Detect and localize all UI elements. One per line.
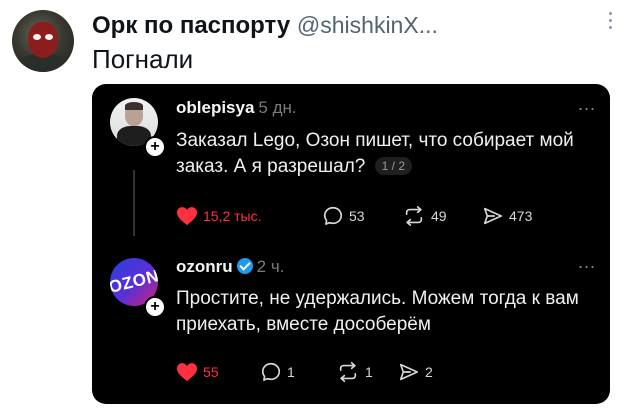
more-horizontal-icon[interactable]: ...: [578, 94, 596, 115]
more-horizontal-icon[interactable]: ...: [578, 252, 596, 273]
outer-avatar[interactable]: [12, 10, 74, 72]
comment-count: 53: [349, 208, 365, 224]
repost-count: 49: [431, 208, 447, 224]
ozon-logo: OZON: [110, 266, 158, 297]
avatar-mask: [28, 22, 58, 58]
like-button[interactable]: 15,2 тыс.: [176, 204, 262, 228]
comment-icon: [323, 206, 343, 225]
verified-badge-icon: [236, 258, 253, 274]
post-username[interactable]: ozonru: [176, 257, 233, 276]
send-icon: [399, 363, 419, 381]
repost-button[interactable]: 49: [402, 204, 447, 228]
share-count: 473: [509, 208, 533, 224]
embedded-thread-card: + oblepisya 5 дн. ... Заказал Lego, Озон …: [92, 84, 610, 404]
comment-icon: [261, 362, 281, 381]
repost-icon: [405, 206, 423, 226]
post-text: Простите, не удержались. Можем тогда к в…: [176, 288, 579, 335]
thread-pager: 1 / 2: [374, 157, 413, 175]
avatar-eye-left: [33, 34, 41, 40]
comment-button[interactable]: 1: [260, 360, 295, 384]
follow-plus-icon[interactable]: +: [144, 136, 166, 158]
outer-header: Орк по паспорту @shishkinX...: [92, 12, 438, 40]
repost-icon: [339, 362, 357, 382]
share-count: 2: [425, 364, 433, 380]
like-count: 15,2 тыс.: [203, 208, 262, 224]
share-button[interactable]: 473: [482, 204, 532, 228]
post-header: ozonru 2 ч.: [176, 257, 284, 277]
repost-button[interactable]: 1: [336, 360, 373, 384]
like-count: 55: [203, 364, 219, 380]
outer-display-name[interactable]: Орк по паспорту: [92, 12, 290, 39]
post-time: 2 ч.: [256, 257, 285, 276]
like-button[interactable]: 55: [176, 360, 219, 384]
post-text: Заказал Lego, Озон пишет, что собирает м…: [176, 128, 596, 180]
post-text-content: Заказал Lego, Озон пишет, что собирает м…: [176, 130, 574, 177]
comment-button[interactable]: 53: [322, 204, 365, 228]
outer-handle[interactable]: @shishkinX...: [297, 12, 438, 38]
repost-count: 1: [365, 364, 373, 380]
heart-filled-icon: [177, 363, 197, 382]
post-time: 5 дн.: [258, 98, 297, 117]
post-actions: 15,2 тыс. 53 49 473: [176, 204, 596, 228]
share-button[interactable]: 2: [398, 360, 433, 384]
avatar-eye-right: [45, 34, 53, 40]
more-vertical-icon[interactable]: [608, 12, 614, 34]
post-actions: 55 1 1 2: [176, 360, 596, 384]
avatar-hair: [125, 102, 143, 110]
follow-plus-icon[interactable]: +: [144, 296, 166, 318]
outer-tweet-text: Погнали: [92, 44, 194, 74]
thread-connector-line: [133, 170, 135, 236]
send-icon: [483, 207, 503, 225]
post-header: oblepisya 5 дн.: [176, 98, 297, 118]
comment-count: 1: [287, 364, 295, 380]
heart-filled-icon: [177, 207, 197, 226]
post-username[interactable]: oblepisya: [176, 98, 254, 117]
